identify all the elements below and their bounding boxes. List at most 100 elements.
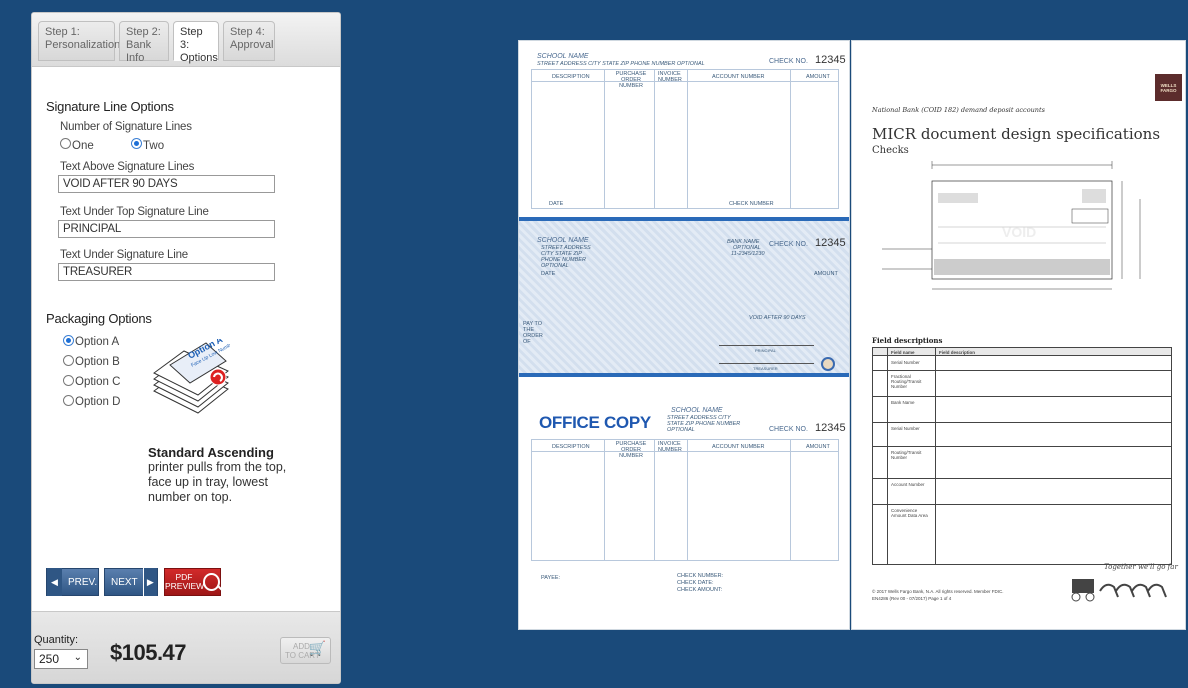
order-footer: Quantity: 250 ⌄ $105.47 ADD TO CART 🛒 — [32, 611, 340, 683]
office-col-account: ACCOUNT NUMBER — [712, 444, 765, 450]
radio-one-label: One — [72, 140, 94, 152]
text-under-top-input[interactable] — [58, 220, 275, 238]
chevron-left-icon: ◀ — [47, 568, 62, 596]
micr-spec-document: WELLS FARGO National Bank (COID 182) dem… — [851, 40, 1186, 630]
office-school-name: SCHOOL NAME — [671, 407, 723, 414]
radio-one-signature[interactable] — [60, 138, 71, 149]
text-above-input[interactable] — [58, 175, 275, 193]
stagecoach-logo-icon — [1071, 579, 1167, 602]
stub-check-number-label: CHECK NUMBER — [729, 201, 774, 207]
tab-approval[interactable]: Step 4: Approval — [223, 21, 275, 61]
prev-button[interactable]: ◀ PREV. — [46, 568, 99, 596]
check-date-label: DATE — [541, 271, 556, 277]
text-above-label: Text Above Signature Lines — [60, 161, 195, 173]
office-check-number: 12345 — [815, 422, 846, 434]
packaging-desc-title: Standard Ascending — [148, 445, 274, 460]
next-button[interactable]: NEXT ▶ — [104, 568, 158, 596]
tab-name-label: Bank Info — [126, 39, 152, 64]
option-b-label: Option B — [75, 356, 120, 368]
tab-step-label: Step 1: — [45, 26, 80, 38]
check-school-name: SCHOOL NAME — [537, 237, 589, 244]
option-a-label: Option A — [75, 336, 120, 348]
office-col-amount: AMOUNT — [806, 444, 830, 450]
field-row-1: Serial Number — [891, 360, 920, 365]
spec-title: MICR document design specifications — [872, 125, 1161, 143]
pdf-preview-label: PDF PREVIEW — [165, 573, 204, 591]
treasurer-label: TREASURER — [753, 366, 778, 371]
check-preview-document: SCHOOL NAME STREET ADDRESS CITY STATE ZI… — [518, 40, 850, 630]
office-check-amount-label: CHECK AMOUNT: — [677, 587, 723, 593]
office-col-purchase: PURCHASE ORDER NUMBER — [615, 441, 647, 459]
radio-option-b[interactable] — [63, 355, 74, 366]
field-row-3: Bank Name — [891, 400, 915, 405]
text-under-top-label: Text Under Top Signature Line — [60, 206, 209, 218]
packaging-section-title: Packaging Options — [46, 311, 152, 326]
office-col-invoice: INVOICE NUMBER — [658, 441, 682, 453]
check-number-2: 12345 — [815, 237, 846, 249]
spec-heading: Checks — [872, 145, 909, 156]
prev-label: PREV. — [68, 576, 98, 588]
office-check-number-label: CHECK NUMBER: — [677, 573, 724, 579]
check-no-label: CHECK NO. — [769, 58, 808, 65]
chevron-right-icon: ▶ — [142, 568, 157, 596]
text-under-input[interactable] — [58, 263, 275, 281]
num-signature-lines-label: Number of Signature Lines — [60, 121, 192, 133]
step-tabs: Step 1: Personalization Step 2: Bank Inf… — [32, 13, 340, 67]
check-diagram: VOID — [882, 161, 1141, 290]
field-row-6: Account Number — [891, 482, 925, 487]
tab-personalization[interactable]: Step 1: Personalization — [38, 21, 121, 61]
pdf-preview-button[interactable]: PDF PREVIEW — [164, 568, 223, 596]
school-address: STREET ADDRESS CITY STATE ZIP PHONE NUMB… — [537, 61, 705, 67]
field-row-2: Fractional Routing/Transit Number — [891, 374, 922, 389]
field-row-4: Serial Number — [891, 426, 920, 431]
office-check-no-label: CHECK NO. — [769, 426, 808, 433]
spec-subtitle: National Bank (COID 182) demand deposit … — [872, 106, 1045, 114]
col-purchase-order: PURCHASE ORDER NUMBER — [615, 71, 647, 89]
check-no-label-2: CHECK NO. — [769, 241, 808, 248]
packaging-stack-image: Option A Face Up Low Number — [153, 339, 230, 414]
radio-option-d[interactable] — [63, 395, 74, 406]
wells-fargo-logo: WELLS FARGO — [1155, 74, 1182, 101]
text-under-label: Text Under Signature Line — [60, 249, 188, 261]
field-descriptions-heading: Field descriptions — [872, 336, 943, 345]
security-seal-icon — [821, 357, 835, 371]
tab-step-label: Step 2: — [126, 26, 161, 38]
field-table: Field name Field description Serial Numb… — [872, 347, 1172, 565]
price-total: $105.47 — [110, 640, 187, 665]
tab-name-label: Options — [180, 52, 218, 64]
quantity-select[interactable]: 250 ⌄ — [34, 649, 88, 669]
option-c-label: Option C — [75, 376, 121, 388]
radio-two-signatures[interactable] — [131, 138, 142, 149]
tab-step-label: Step 3: — [180, 26, 203, 51]
void-text: VOID AFTER 90 DAYS — [749, 315, 806, 321]
radio-option-c[interactable] — [63, 375, 74, 386]
add-to-cart-button[interactable]: ADD TO CART 🛒 — [280, 637, 331, 664]
col-invoice: INVOICE NUMBER — [658, 71, 682, 83]
field-row-7: Convenience Amount Data Area — [891, 508, 928, 518]
tab-bank-info[interactable]: Step 2: Bank Info — [119, 21, 169, 64]
order-options-panel: Step 1: Personalization Step 2: Bank Inf… — [31, 12, 341, 684]
next-label: NEXT — [111, 576, 138, 588]
school-name: SCHOOL NAME — [537, 53, 589, 60]
check-school-address: STREET ADDRESS CITY STATE ZIP PHONE NUMB… — [541, 245, 591, 269]
pay-to-label: PAY TO THE ORDER OF — [523, 321, 543, 345]
tagline: Together we'll go far — [1104, 563, 1178, 571]
col-account: ACCOUNT NUMBER — [712, 74, 765, 80]
void-watermark: VOID — [1002, 224, 1036, 240]
option-d-label: Option D — [75, 396, 121, 408]
field-col-desc: Field description — [939, 350, 976, 355]
check-amount-label: AMOUNT — [814, 271, 838, 277]
radio-option-a[interactable] — [63, 335, 74, 346]
quantity-label: Quantity: — [34, 634, 79, 646]
tab-options[interactable]: Step 3: Options — [173, 21, 219, 64]
field-row-5: Routing/Transit Number — [891, 450, 922, 460]
field-col-name: Field name — [891, 350, 915, 355]
packaging-desc-body: printer pulls from the top, face up in t… — [148, 460, 287, 504]
check-body: SCHOOL NAME STREET ADDRESS CITY STATE ZI… — [519, 217, 849, 377]
quantity-value: 250 — [39, 652, 60, 666]
cart-icon: 🛒 — [308, 640, 326, 656]
office-copy-heading: OFFICE COPY — [539, 413, 651, 432]
chevron-down-icon: ⌄ — [73, 652, 82, 663]
magnifier-icon — [203, 573, 223, 591]
tab-name-label: Personalization — [45, 39, 121, 51]
